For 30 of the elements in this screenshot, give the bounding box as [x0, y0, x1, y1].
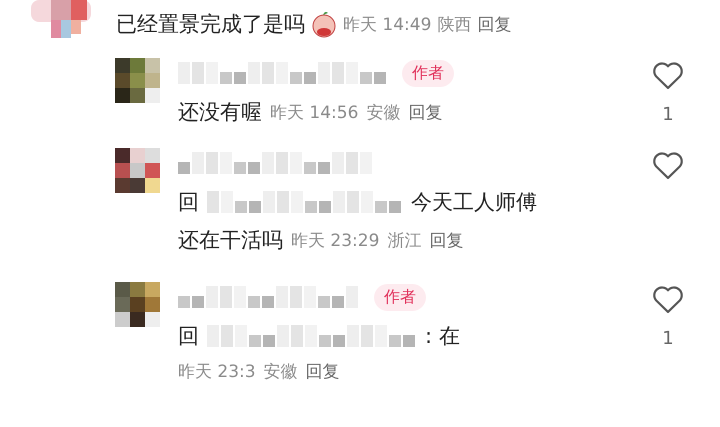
location: 浙江 [387, 230, 422, 252]
heart-icon[interactable] [651, 284, 685, 314]
sticker-icon [311, 10, 337, 38]
reply-link[interactable]: 回复 [477, 12, 512, 36]
heart-icon[interactable] [651, 150, 685, 180]
author-badge: 作者 [402, 60, 454, 86]
avatar[interactable] [115, 282, 160, 327]
reply-link[interactable]: 回复 [408, 100, 442, 124]
comment-text: 已经置景完成了是吗 [116, 11, 305, 38]
location: 安徽 [264, 361, 298, 383]
like-count: 1 [662, 328, 674, 349]
location: 安徽 [366, 102, 400, 124]
like-count: 1 [662, 104, 674, 125]
reply-link[interactable]: 回复 [429, 228, 464, 252]
location: 陕西 [437, 14, 472, 36]
avatar[interactable] [115, 58, 160, 103]
reply-link[interactable]: 回复 [306, 360, 340, 383]
reply-text: 今天工人师傅 [411, 189, 537, 216]
timestamp: 昨天 14:49 [343, 14, 432, 36]
timestamp: 昨天 14:56 [270, 102, 358, 124]
timestamp: 昨天 23:29 [291, 230, 380, 252]
reply-prefix: 回 [178, 189, 199, 216]
heart-icon[interactable] [651, 60, 685, 90]
author-badge: 作者 [374, 284, 426, 310]
reply-text: : 在 [425, 323, 460, 350]
reply-text: 还没有喔 [178, 99, 262, 126]
avatar[interactable] [115, 148, 160, 193]
reply-prefix: 回 [178, 323, 199, 350]
reply-text: 还在干活吗 [178, 227, 283, 254]
timestamp: 昨天 23:3 [178, 361, 256, 383]
